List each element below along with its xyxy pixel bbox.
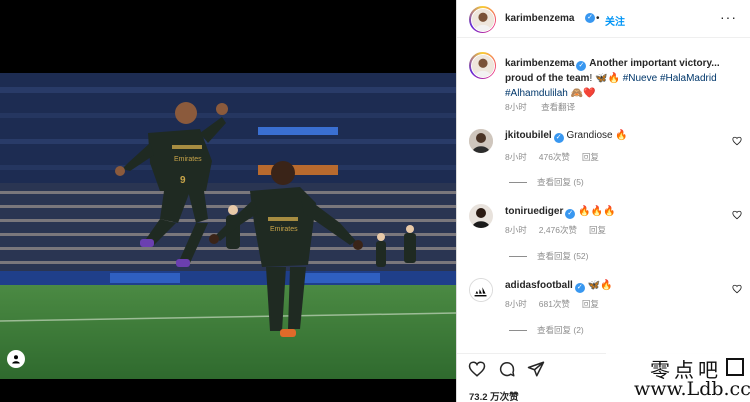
caption-end-emoji: 🙈❤️: [570, 88, 596, 99]
avatar-photo: [469, 129, 493, 153]
caption-bold: proud of the team: [505, 73, 590, 84]
caption-meta: 8小时 查看翻译: [505, 101, 587, 113]
comment-body: 🦋🔥: [587, 280, 613, 291]
verified-badge-icon: ✓: [576, 61, 587, 71]
more-options-icon[interactable]: ···: [720, 9, 737, 25]
verified-badge-icon: ✓: [565, 209, 576, 219]
user-tag-icon: [12, 355, 20, 364]
commenter-avatar[interactable]: [469, 129, 493, 153]
comment-text: adidasfootball ✓ 🦋🔥: [505, 278, 612, 293]
comment-username[interactable]: adidasfootball: [505, 280, 573, 291]
post-header: karimbenzema ✓ • 关注 ···: [457, 0, 750, 38]
author-avatar[interactable]: [469, 6, 496, 33]
reply-button[interactable]: 回复: [582, 152, 599, 162]
verified-badge-icon: ✓: [585, 13, 595, 23]
comment-heart-icon[interactable]: [732, 136, 742, 146]
comment-body: Grandiose 🔥: [566, 130, 628, 141]
comment-meta: 8小时 681次赞 回复: [505, 298, 611, 310]
comment-likes[interactable]: 2,476次赞: [539, 225, 577, 235]
comment-heart-icon[interactable]: [732, 210, 742, 220]
hashtag-halamadrid[interactable]: #HalaMadrid: [660, 73, 717, 84]
caption-author-avatar[interactable]: [469, 52, 496, 79]
reply-button[interactable]: 回复: [589, 225, 606, 235]
hashtag-alhamdulilah[interactable]: #Alhamdulilah: [505, 88, 568, 99]
post-side-panel: karimbenzema ✓ • 关注 ··· karimbenzema ✓ An…: [456, 0, 750, 402]
author-username[interactable]: karimbenzema: [505, 13, 574, 24]
comment-time: 8小时: [505, 152, 527, 162]
comment-meta: 8小时 2,476次赞 回复: [505, 224, 618, 236]
post-photo[interactable]: Emirates Emirates 9: [0, 73, 456, 379]
comment-meta: 8小时 476次赞 回复: [505, 151, 611, 163]
caption-time: 8小时: [505, 102, 527, 112]
comment-username[interactable]: jkitoubilel: [505, 130, 552, 141]
verified-badge-icon: ✓: [553, 133, 564, 143]
replies-line: [509, 329, 527, 331]
heart-icon[interactable]: [468, 360, 486, 378]
comment-text: toniruediger ✓ 🔥🔥🔥: [505, 204, 615, 219]
user-tag-button[interactable]: [7, 350, 25, 368]
commenter-avatar[interactable]: [469, 204, 493, 228]
commenter-avatar[interactable]: [469, 278, 493, 302]
hashtag-nueve[interactable]: #Nueve: [623, 73, 657, 84]
comment-text: jkitoubilel ✓ Grandiose 🔥: [505, 128, 628, 143]
site-watermark: 零点吧 www.Ldb.cc: [606, 350, 750, 402]
view-replies-label: 查看回复 (5): [537, 177, 584, 187]
caption-text: karimbenzema ✓ Another important victory.…: [505, 56, 745, 101]
comment-icon[interactable]: [498, 360, 516, 378]
reply-button[interactable]: 回复: [582, 299, 599, 309]
jersey-sponsor-text: Emirates: [174, 156, 202, 163]
replies-line: [509, 255, 527, 257]
verified-badge-icon: ✓: [574, 283, 585, 293]
view-replies-button[interactable]: 查看回复 (2): [509, 324, 584, 336]
watermark-logo-icon: [726, 358, 744, 376]
caption-rest: ! 🦋🔥: [589, 73, 620, 84]
view-replies-button[interactable]: 查看回复 (52): [509, 250, 588, 262]
translate-link[interactable]: 查看翻译: [541, 102, 575, 112]
follow-button[interactable]: 关注: [605, 13, 625, 28]
comment-username[interactable]: toniruediger: [505, 206, 563, 217]
avatar-photo: [471, 8, 494, 31]
jersey-number: 9: [180, 175, 186, 186]
comment-likes[interactable]: 476次赞: [539, 152, 570, 162]
avatar-photo: [471, 54, 494, 77]
caption-username[interactable]: karimbenzema: [505, 58, 574, 69]
comment-heart-icon[interactable]: [732, 284, 742, 294]
paper-plane-icon[interactable]: [527, 360, 545, 378]
comment-likes[interactable]: 681次赞: [539, 299, 570, 309]
likes-count[interactable]: 73.2 万次赞: [469, 389, 519, 402]
caption-line1: Another important victory...: [589, 58, 720, 69]
view-replies-button[interactable]: 查看回复 (5): [509, 176, 584, 188]
replies-line: [509, 181, 527, 183]
avatar-photo: [469, 204, 493, 228]
dot-separator: •: [596, 13, 600, 24]
post-media: Emirates Emirates 9: [0, 0, 456, 402]
jersey-sponsor-text-2: Emirates: [270, 226, 298, 233]
football-celebration-image: Emirates Emirates 9: [0, 73, 456, 379]
view-replies-label: 查看回复 (52): [537, 251, 589, 261]
adidas-logo-icon: [470, 279, 492, 301]
watermark-url-text: www.Ldb.cc: [634, 378, 750, 400]
comment-body: 🔥🔥🔥: [578, 206, 616, 217]
comment-time: 8小时: [505, 225, 527, 235]
comment-time: 8小时: [505, 299, 527, 309]
view-replies-label: 查看回复 (2): [537, 325, 584, 335]
